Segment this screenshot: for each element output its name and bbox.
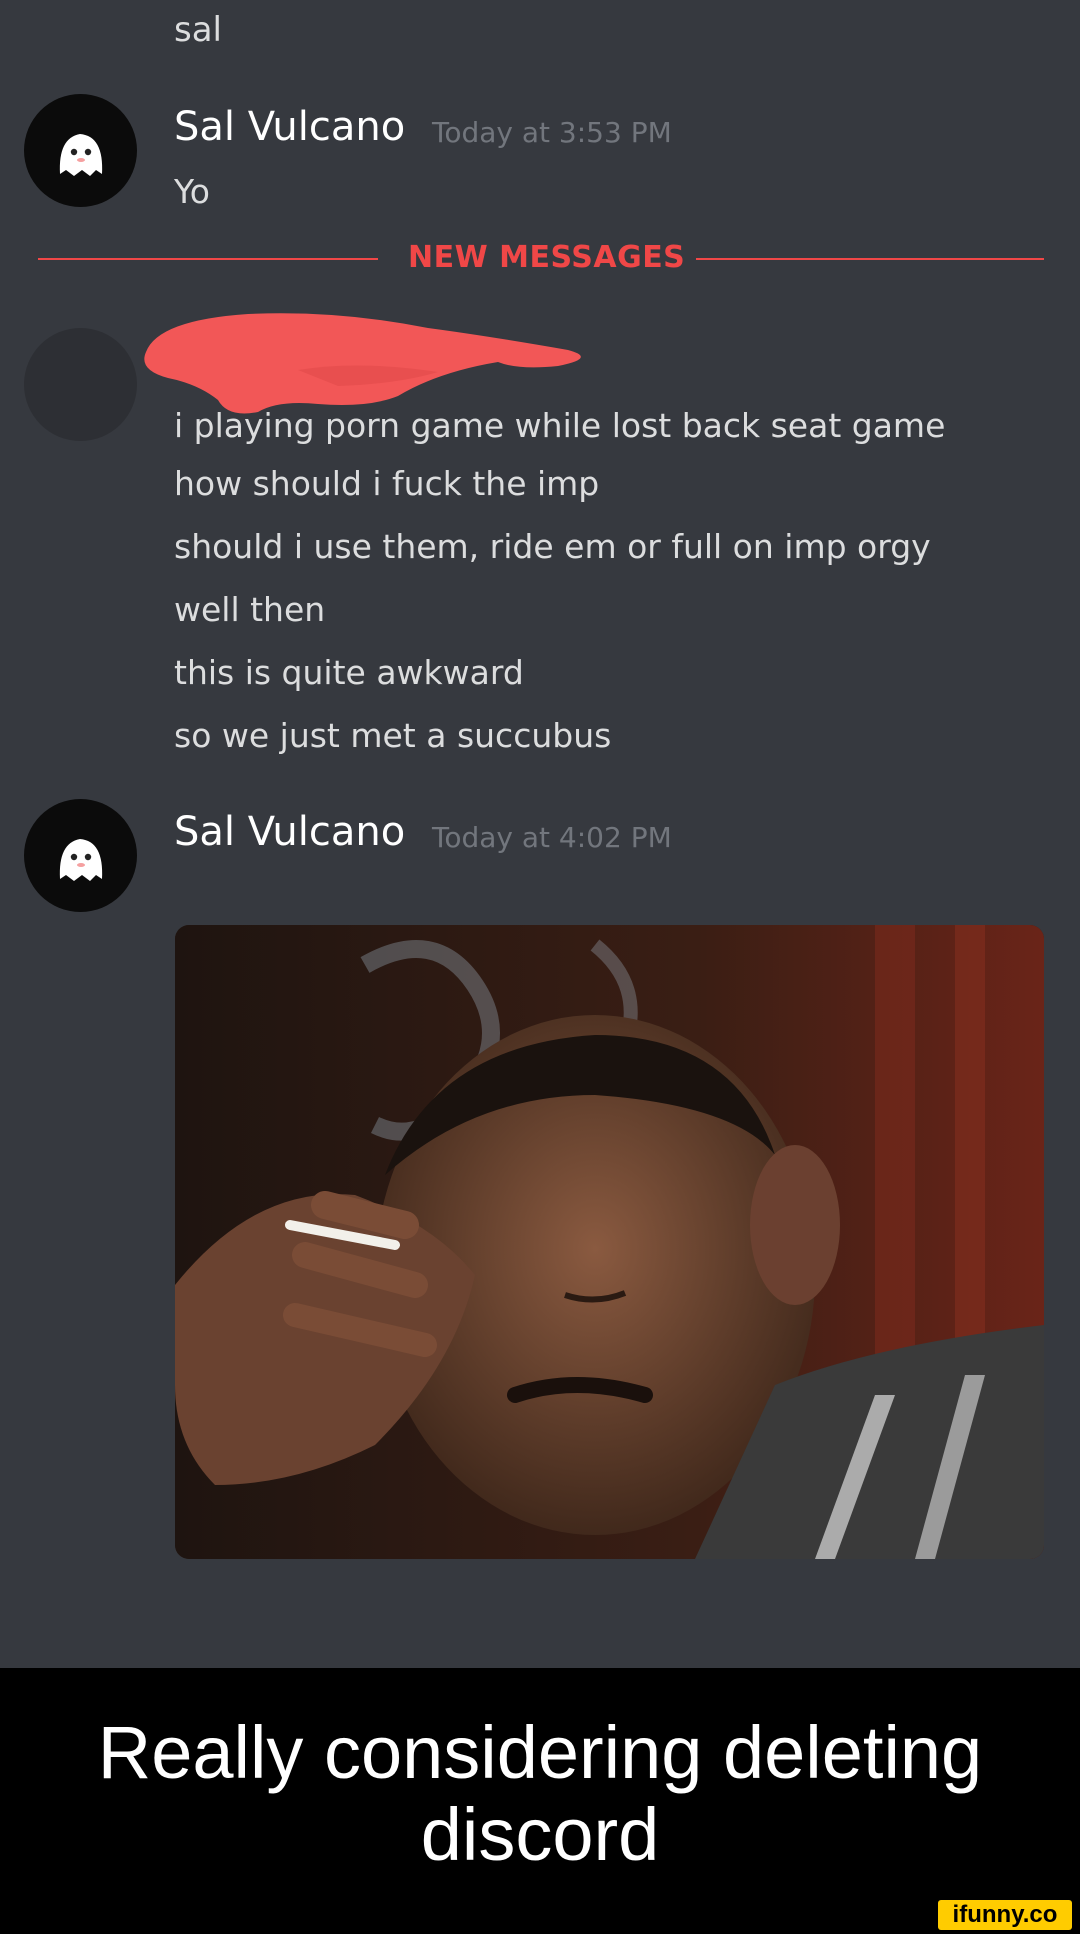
caption-line-2: discord	[420, 1793, 660, 1876]
new-messages-divider-left	[38, 258, 378, 260]
user-avatar[interactable]	[24, 94, 137, 207]
message-timestamp: Today at 4:02 PM	[432, 821, 672, 854]
message-username[interactable]: Sal Vulcano	[174, 104, 405, 150]
red-scribble-redaction	[144, 313, 581, 414]
message-text: i playing porn game while lost back seat…	[174, 406, 946, 445]
message-username[interactable]: Sal Vulcano	[174, 809, 405, 855]
chat-view: sal Sal Vulcano Today at 3:53 PM Yo NEW …	[0, 0, 1080, 1668]
message-text: how should i fuck the imp	[174, 464, 600, 503]
ghost-avatar-icon	[59, 839, 103, 881]
new-messages-label: NEW MESSAGES	[408, 240, 686, 275]
meme-caption: Really considering deleting discord	[0, 1712, 1080, 1876]
message-text: Yo	[174, 172, 210, 211]
ghost-avatar-icon	[59, 134, 103, 176]
user-avatar[interactable]	[24, 799, 137, 912]
message-text: well then	[174, 590, 326, 629]
message-text: should i use them, ride em or full on im…	[174, 527, 931, 566]
previous-message: sal	[174, 10, 222, 50]
message-timestamp: Today at 3:53 PM	[432, 116, 672, 149]
image-attachment[interactable]	[175, 925, 1044, 1559]
message-text: this is quite awkward	[174, 653, 524, 692]
attachment-image	[175, 925, 1044, 1559]
new-messages-divider-right	[696, 258, 1044, 260]
ifunny-watermark: ifunny.co	[938, 1900, 1072, 1930]
caption-line-1: Really considering deleting	[97, 1711, 983, 1794]
redacted-avatar[interactable]	[24, 328, 137, 441]
message-text: so we just met a succubus	[174, 716, 612, 755]
